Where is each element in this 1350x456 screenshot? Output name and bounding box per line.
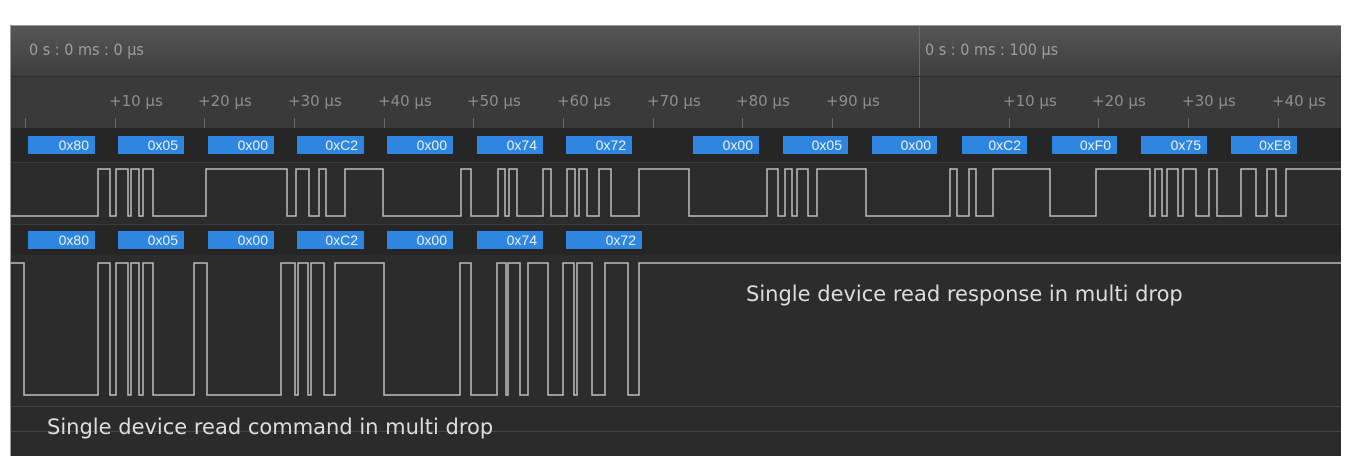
byte-chip[interactable]: 0x05 [783,136,848,154]
time-ruler[interactable]: 0 s : 0 ms : 0 µs 0 s : 0 ms : 100 µs [11,26,1341,77]
tick-label: +40 µs [378,92,432,110]
byte-chip[interactable]: 0x00 [693,136,759,154]
tick-label: +50 µs [467,92,521,110]
byte-chip[interactable]: 0xE8 [1231,136,1297,154]
byte-chip[interactable]: 0x80 [28,136,95,154]
byte-chip[interactable]: 0x74 [477,136,543,154]
logic-analyzer-view: 0 s : 0 ms : 0 µs 0 s : 0 ms : 100 µs +1… [10,25,1341,456]
tick-mark [204,118,205,128]
tick-label: +20 µs [198,92,252,110]
time-ruler-separator [919,26,920,76]
tick-mark [384,118,385,128]
byte-chip[interactable]: 0x00 [872,136,937,154]
tick-label: +80 µs [736,92,790,110]
tick-label: +30 µs [1182,92,1236,110]
response-caption: Single device read response in multi dro… [746,282,1183,306]
byte-chip[interactable]: 0x05 [118,231,184,249]
byte-chip[interactable]: 0x72 [566,231,642,249]
tick-mark [919,77,920,128]
byte-chip[interactable]: 0x00 [208,231,274,249]
tick-mark [1188,118,1189,128]
tick-label: +40 µs [1272,92,1326,110]
command-caption: Single device read command in multi drop [47,415,494,439]
tick-ruler[interactable]: +10 µs +20 µs +30 µs +40 µs +50 µs +60 µ… [11,77,1341,129]
tick-label: +70 µs [647,92,701,110]
byte-chip[interactable]: 0x00 [387,231,453,249]
time-start-label: 0 s : 0 ms : 0 µs [29,40,144,59]
tick-mark [1278,118,1279,128]
tick-mark [473,118,474,128]
byte-chip[interactable]: 0xC2 [297,136,364,154]
byte-chip[interactable]: 0x80 [28,231,95,249]
byte-chip[interactable]: 0x72 [566,136,632,154]
byte-chip[interactable]: 0xF0 [1052,136,1117,154]
byte-chip[interactable]: 0x05 [118,136,184,154]
tick-mark [115,118,116,128]
byte-chip[interactable]: 0x00 [208,136,274,154]
tick-mark [563,118,564,128]
time-mid-label: 0 s : 0 ms : 100 µs [925,40,1059,59]
tick-label: +30 µs [288,92,342,110]
tick-mark [742,118,743,128]
byte-chip[interactable]: 0xC2 [297,231,364,249]
command-waveform [11,262,1341,396]
tick-label: +20 µs [1092,92,1146,110]
byte-chip[interactable]: 0xC2 [962,136,1027,154]
row-divider [11,406,1341,407]
tick-mark [832,118,833,128]
tick-label: +60 µs [557,92,611,110]
tick-mark [653,118,654,128]
tick-label: +10 µs [1003,92,1057,110]
response-waveform [11,168,1341,217]
tick-label: +90 µs [826,92,880,110]
tick-mark [1098,118,1099,128]
tick-label: +10 µs [109,92,163,110]
tick-mark [294,118,295,128]
byte-chip[interactable]: 0x75 [1141,136,1207,154]
tick-mark [25,118,26,128]
byte-chip[interactable]: 0x74 [477,231,543,249]
tick-mark [1009,118,1010,128]
byte-chip[interactable]: 0x00 [387,136,453,154]
